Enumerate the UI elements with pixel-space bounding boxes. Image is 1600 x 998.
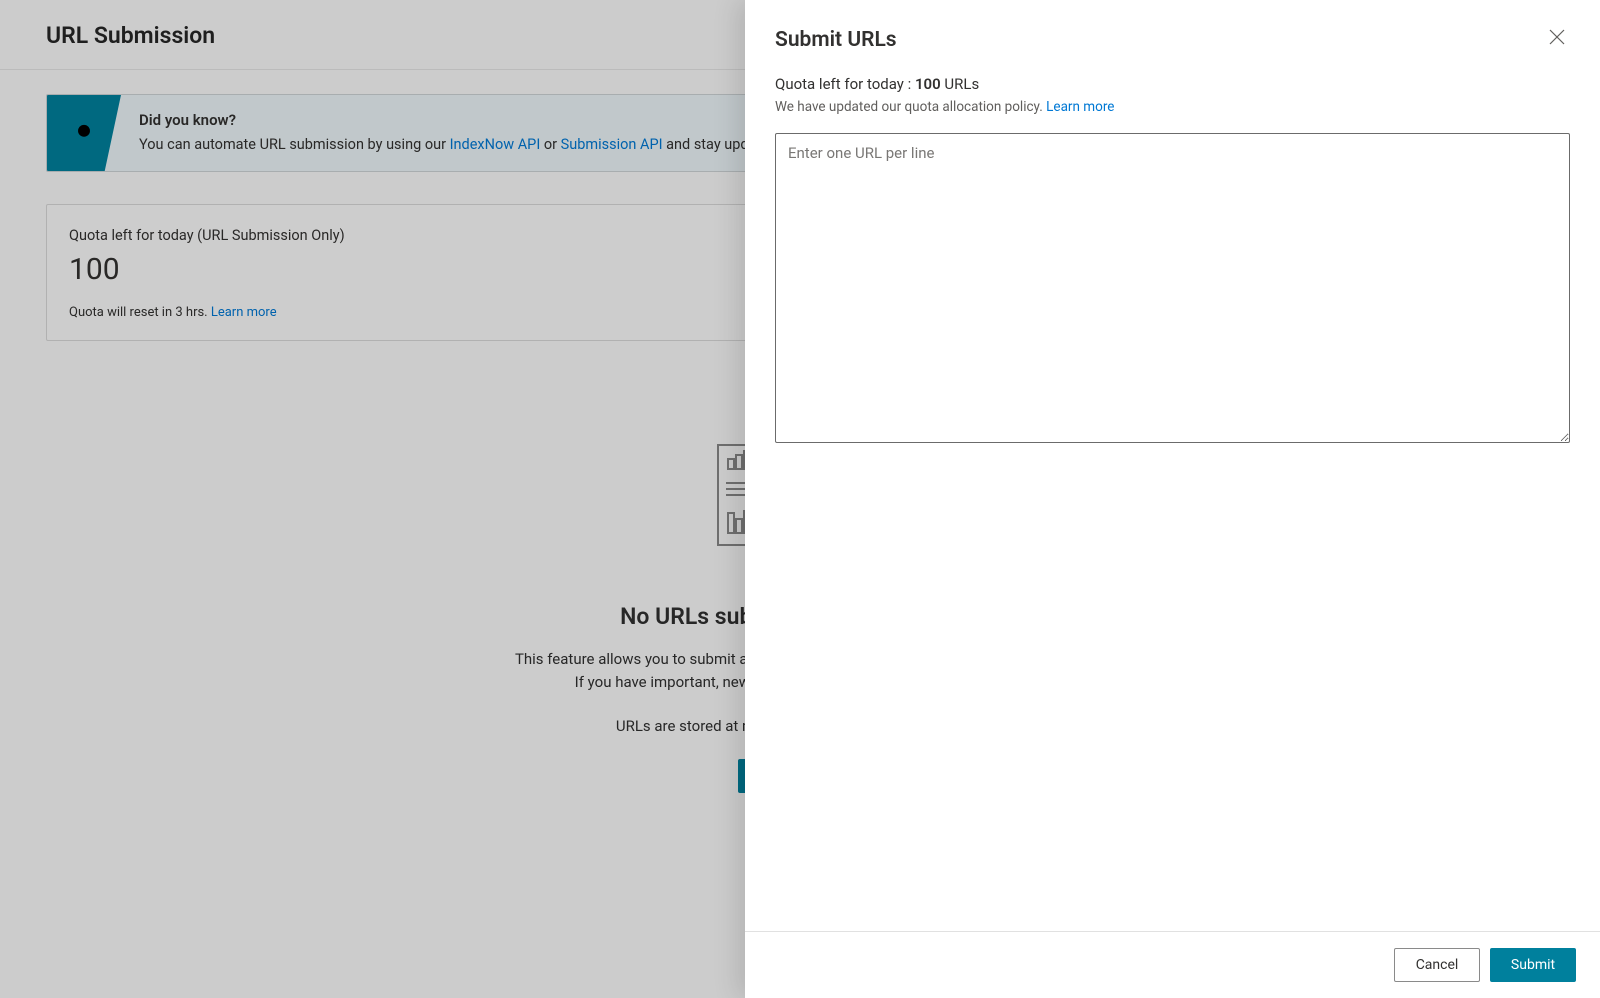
policy-learn-more-link[interactable]: Learn more	[1046, 99, 1114, 115]
url-input[interactable]	[775, 133, 1570, 443]
panel-footer: Cancel Submit	[745, 931, 1600, 998]
panel-body	[745, 115, 1600, 447]
close-icon	[1548, 34, 1566, 49]
close-button[interactable]	[1544, 24, 1570, 53]
panel-quota-value: 100	[915, 75, 941, 93]
panel-title: Submit URLs	[775, 28, 897, 52]
panel-header: Submit URLs	[745, 0, 1600, 53]
panel-quota-line: Quota left for today : 100 URLs	[775, 75, 1570, 93]
submit-button[interactable]: Submit	[1490, 948, 1576, 982]
submit-urls-panel: Submit URLs Quota left for today : 100 U…	[745, 0, 1600, 998]
panel-info: Quota left for today : 100 URLs We have …	[745, 53, 1600, 115]
cancel-button[interactable]: Cancel	[1394, 948, 1480, 982]
panel-policy-line: We have updated our quota allocation pol…	[775, 99, 1570, 115]
